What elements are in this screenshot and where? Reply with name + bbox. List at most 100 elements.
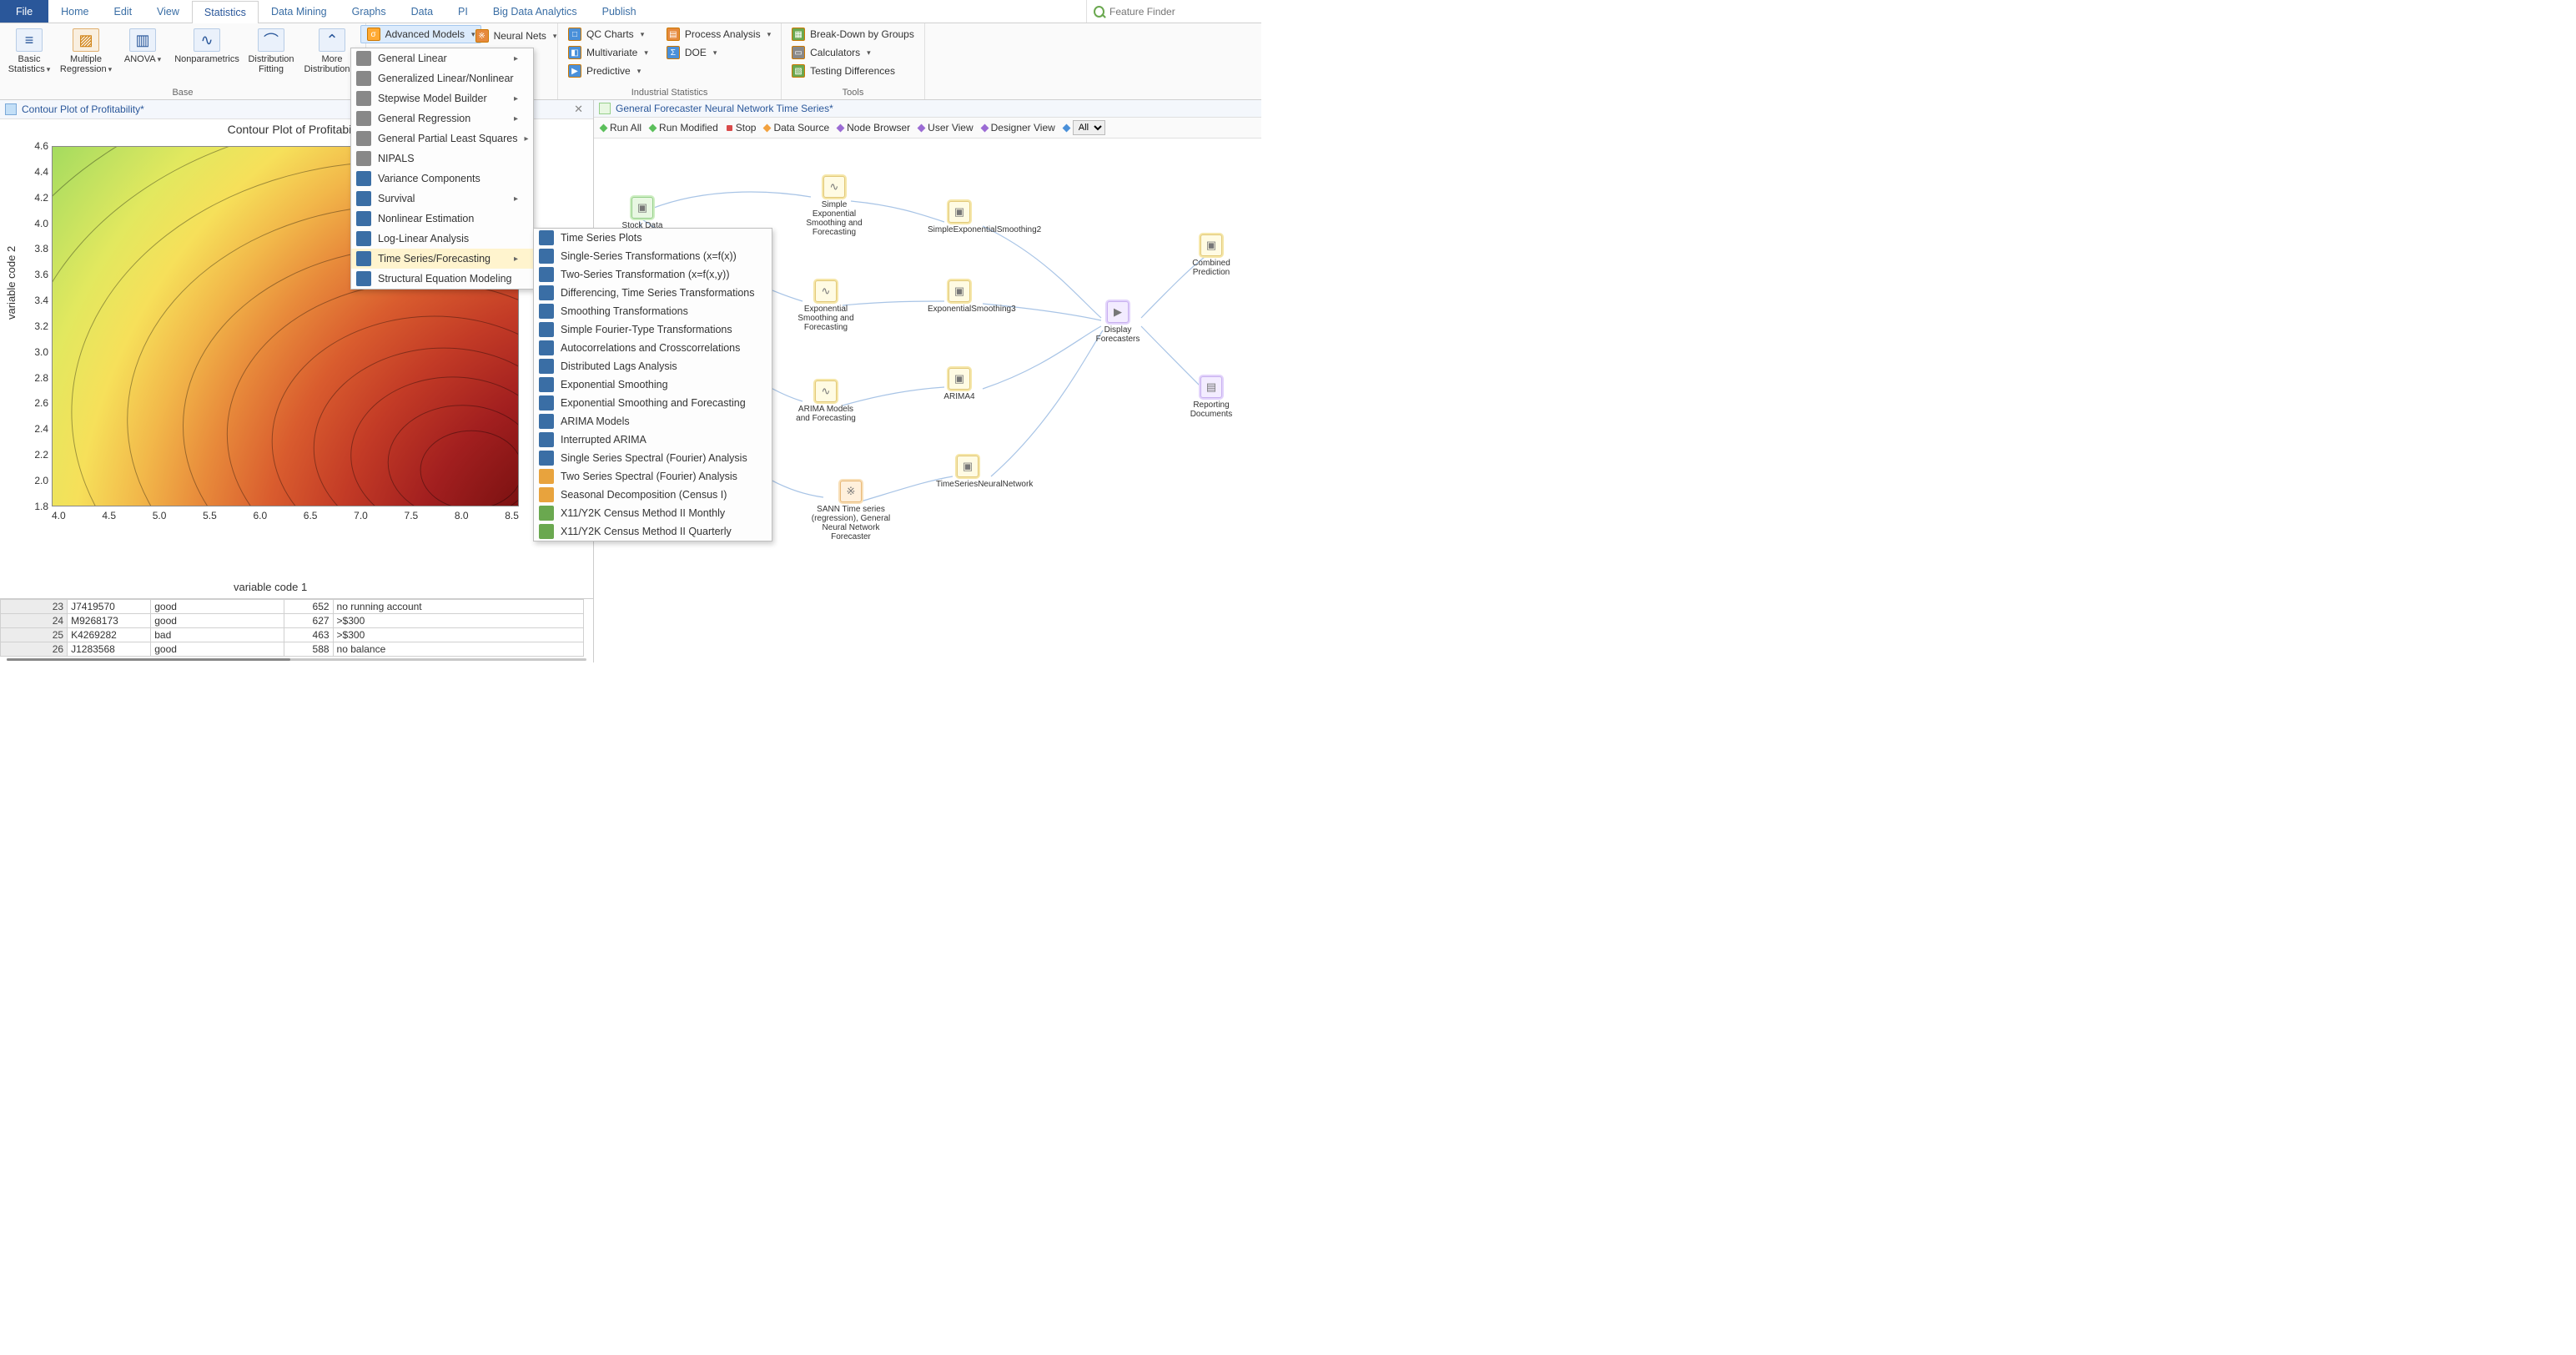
feature-finder-input[interactable] (1109, 6, 1255, 18)
node-exp-smoothing[interactable]: ∿Exponential Smoothing and Forecasting (794, 280, 858, 332)
submenu-item-two-series-spectral-fourier-analysis[interactable]: Two Series Spectral (Fourier) Analysis (534, 467, 772, 486)
data-source-button[interactable]: Data Source (764, 122, 829, 133)
menu-item-variance-components[interactable]: Variance Components (351, 169, 533, 189)
node-display-forecasters[interactable]: ▶Display Forecasters (1086, 301, 1150, 344)
left-doc-title: Contour Plot of Profitability* (22, 103, 144, 115)
submenu-item-exponential-smoothing-and-forecasting[interactable]: Exponential Smoothing and Forecasting (534, 394, 772, 412)
node-sann[interactable]: ※SANN Time series (regression), General … (811, 481, 891, 541)
node-ses2[interactable]: ▣SimpleExponentialSmoothing2 (928, 201, 991, 234)
testing-differences-menu[interactable]: ▧Testing Differences (785, 62, 921, 80)
right-document-tab[interactable]: General Forecaster Neural Network Time S… (594, 100, 1261, 118)
predictive-menu[interactable]: ▶Predictive▾ (561, 62, 655, 80)
tab-big-data[interactable]: Big Data Analytics (480, 0, 590, 23)
node-arima[interactable]: ∿ARIMA Models and Forecasting (794, 380, 858, 423)
breakdown-by-groups-menu[interactable]: ▦Break-Down by Groups (785, 25, 921, 43)
submenu-item-x11-y2k-census-method-ii-monthly[interactable]: X11/Y2K Census Method II Monthly (534, 504, 772, 522)
menu-item-icon (356, 71, 371, 86)
tab-publish[interactable]: Publish (590, 0, 649, 23)
tab-data-mining[interactable]: Data Mining (259, 0, 340, 23)
data-table[interactable]: 23J7419570good652no running account24M92… (0, 598, 593, 662)
node-icon: ∿ (815, 280, 837, 302)
node-es3[interactable]: ▣ExponentialSmoothing3 (928, 280, 991, 314)
menu-item-survival[interactable]: Survival▸ (351, 189, 533, 209)
ribbon-group-base: ≡ Basic Statistics▾ ▨ Multiple Regressio… (0, 23, 366, 99)
menu-item-structural-equation-modeling[interactable]: Structural Equation Modeling (351, 269, 533, 289)
menu-item-nipals[interactable]: NIPALS (351, 149, 533, 169)
node-reporting-documents[interactable]: ▤Reporting Documents (1180, 376, 1243, 419)
submenu-item-exponential-smoothing[interactable]: Exponential Smoothing (534, 375, 772, 394)
node-browser-button[interactable]: Node Browser (838, 122, 910, 133)
tab-view[interactable]: View (144, 0, 192, 23)
ribbon-group-label-base: Base (172, 86, 193, 99)
tab-home[interactable]: Home (48, 0, 101, 23)
anova-button[interactable]: ▥ ANOVA▾ (117, 25, 169, 68)
run-all-button[interactable]: Run All (601, 122, 641, 133)
doe-menu[interactable]: ΣDOE▾ (660, 43, 777, 62)
calculators-menu[interactable]: ▭Calculators▾ (785, 43, 921, 62)
bdg-icon: ▦ (792, 28, 805, 41)
neural-nets-menu[interactable]: ※ Neural Nets▾ (469, 27, 564, 45)
node-icon: ▣ (948, 368, 970, 390)
horizontal-scrollbar[interactable] (7, 658, 586, 661)
submenu-item-interrupted-arima[interactable]: Interrupted ARIMA (534, 431, 772, 449)
feature-finder[interactable] (1086, 0, 1261, 23)
time-series-submenu[interactable]: Time Series PlotsSingle-Series Transform… (533, 228, 772, 541)
submenu-item-two-series-transformation-x-f-x-y-[interactable]: Two-Series Transformation (x=f(x,y)) (534, 265, 772, 284)
submenu-item-time-series-plots[interactable]: Time Series Plots (534, 229, 772, 247)
menu-item-nonlinear-estimation[interactable]: Nonlinear Estimation (351, 209, 533, 229)
node-simple-exp-smoothing[interactable]: ∿Simple Exponential Smoothing and Foreca… (802, 176, 866, 237)
submenu-item-single-series-spectral-fourier-analysis[interactable]: Single Series Spectral (Fourier) Analysi… (534, 449, 772, 467)
more-dist-icon: ⌃ (319, 28, 345, 52)
menu-item-log-linear-analysis[interactable]: Log-Linear Analysis (351, 229, 533, 249)
multiple-regression-button[interactable]: ▨ Multiple Regression▾ (60, 25, 112, 78)
user-view-button[interactable]: User View (918, 122, 973, 133)
submenu-item-autocorrelations-and-crosscorrelations[interactable]: Autocorrelations and Crosscorrelations (534, 339, 772, 357)
submenu-item-single-series-transformations-x-f-x-[interactable]: Single-Series Transformations (x=f(x)) (534, 247, 772, 265)
menu-item-stepwise-model-builder[interactable]: Stepwise Model Builder▸ (351, 88, 533, 108)
search-icon (1094, 6, 1104, 18)
tab-edit[interactable]: Edit (102, 0, 145, 23)
node-tsnn[interactable]: ▣TimeSeriesNeuralNetwork (936, 456, 999, 489)
multivariate-menu[interactable]: ◧Multivariate▾ (561, 43, 655, 62)
submenu-item-seasonal-decomposition-census-i-[interactable]: Seasonal Decomposition (Census I) (534, 486, 772, 504)
run-modified-button[interactable]: Run Modified (650, 122, 718, 133)
process-analysis-menu[interactable]: ▤Process Analysis▾ (660, 25, 777, 43)
submenu-item-smoothing-transformations[interactable]: Smoothing Transformations (534, 302, 772, 320)
nonparametrics-button[interactable]: ∿ Nonparametrics (174, 25, 240, 68)
node-icon: ▶ (1107, 301, 1129, 323)
ribbon-body: ≡ Basic Statistics▾ ▨ Multiple Regressio… (0, 23, 1261, 100)
node-arima4[interactable]: ▣ARIMA4 (928, 368, 991, 401)
submenu-item-simple-fourier-type-transformations[interactable]: Simple Fourier-Type Transformations (534, 320, 772, 339)
basic-statistics-button[interactable]: ≡ Basic Statistics▾ (3, 25, 55, 78)
advanced-models-menu[interactable]: σ Advanced Models▾ (360, 25, 482, 43)
tab-statistics[interactable]: Statistics (192, 1, 259, 23)
menu-item-general-regression[interactable]: General Regression▸ (351, 108, 533, 128)
node-combined-prediction[interactable]: ▣Combined Prediction (1180, 234, 1243, 277)
view-filter-select[interactable]: All (1073, 120, 1105, 135)
submenu-item-distributed-lags-analysis[interactable]: Distributed Lags Analysis (534, 357, 772, 375)
close-icon[interactable]: ✕ (569, 103, 588, 116)
tab-graphs[interactable]: Graphs (340, 0, 399, 23)
menu-item-time-series-forecasting[interactable]: Time Series/Forecasting▸ (351, 249, 533, 269)
submenu-item-differencing-time-series-transformations[interactable]: Differencing, Time Series Transformation… (534, 284, 772, 302)
menu-item-general-linear[interactable]: General Linear▸ (351, 48, 533, 68)
table-row[interactable]: 23J7419570good652no running account (1, 600, 584, 614)
qc-charts-menu[interactable]: □QC Charts▾ (561, 25, 655, 43)
menu-item-general-partial-least-squares[interactable]: General Partial Least Squares▸ (351, 128, 533, 149)
menu-item-generalized-linear-nonlinear[interactable]: Generalized Linear/Nonlinear (351, 68, 533, 88)
table-row[interactable]: 26J1283568good588no balance (1, 642, 584, 657)
node-stock-data[interactable]: ▣Stock Data (611, 197, 674, 230)
pred-icon: ▶ (568, 64, 581, 78)
view-filter[interactable]: All (1064, 120, 1105, 135)
stop-button[interactable]: Stop (727, 122, 757, 133)
tab-pi[interactable]: PI (445, 0, 480, 23)
advanced-models-dropdown[interactable]: General Linear▸Generalized Linear/Nonlin… (350, 48, 534, 290)
tab-file[interactable]: File (0, 0, 48, 23)
distribution-fitting-button[interactable]: ⌒ Distribution Fitting (245, 25, 297, 78)
submenu-item-x11-y2k-census-method-ii-quarterly[interactable]: X11/Y2K Census Method II Quarterly (534, 522, 772, 541)
submenu-item-arima-models[interactable]: ARIMA Models (534, 412, 772, 431)
tab-data[interactable]: Data (399, 0, 445, 23)
designer-view-button[interactable]: Designer View (982, 122, 1055, 133)
table-row[interactable]: 25K4269282bad463>$300 (1, 628, 584, 642)
table-row[interactable]: 24M9268173good627>$300 (1, 614, 584, 628)
